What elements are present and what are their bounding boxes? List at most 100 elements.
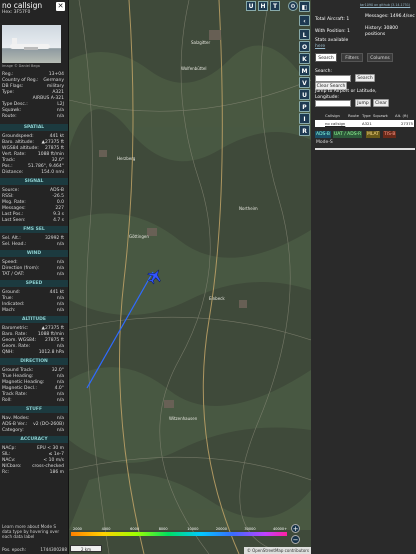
aircraft-hex: Hex: 3F57F0 xyxy=(2,10,31,15)
map-place-label: Wolfenbüttel xyxy=(181,66,206,71)
zoom-in-button[interactable]: + xyxy=(291,524,300,533)
info-label: Sel. Head.: xyxy=(2,242,27,247)
map-view[interactable]: Salzgitter Wolfenbüttel Herzberg Göttingen N… xyxy=(69,0,311,554)
map-button-h[interactable]: H xyxy=(258,1,268,11)
photo-credit: Image © Daniel Bega xyxy=(2,64,40,68)
info-row: Sel. Head.: n/a xyxy=(2,242,64,248)
colorbar-label: 4000 xyxy=(101,527,111,531)
info-label: Mach: xyxy=(2,308,16,313)
map-side-button-u-5[interactable]: U xyxy=(299,89,310,100)
section-fms-sel: FMS SEL xyxy=(0,226,68,233)
map-side-button-i-7[interactable]: I xyxy=(299,113,310,124)
info-value: 4.7 s xyxy=(53,218,64,223)
source-mlat: MLAT xyxy=(366,131,380,138)
map-place-label: Witzenhausen xyxy=(169,416,198,421)
map-side-button-p-6[interactable]: P xyxy=(299,101,310,112)
map-place-label: Einbeck xyxy=(209,296,225,301)
close-icon[interactable]: ✕ xyxy=(56,2,65,11)
pos-epoch: Pos. epoch: 1744300288 xyxy=(0,547,68,552)
search-label: Search: xyxy=(315,69,332,74)
search-button[interactable]: Search xyxy=(355,74,375,82)
map-place-label: Göttingen xyxy=(129,234,149,239)
map-side-button-o-1[interactable]: O xyxy=(299,41,310,52)
pos-epoch-label: Pos. epoch: xyxy=(2,547,26,552)
info-value: n/a xyxy=(56,308,64,313)
section-stuff: STUFF xyxy=(0,406,68,413)
source-modes: Mode-S xyxy=(316,140,333,145)
history: History: 30800 positions xyxy=(365,26,398,37)
aircraft-info-panel: no callsign Hex: 3F57F0 ✕ Image © Daniel… xyxy=(0,0,69,554)
info-label: TAT / OAT: xyxy=(2,272,25,277)
info-label: QNH: xyxy=(2,350,14,355)
search-input[interactable] xyxy=(315,75,351,82)
info-label: Distance: xyxy=(2,170,24,175)
scrollbar[interactable] xyxy=(315,148,415,150)
stats-link[interactable]: here xyxy=(315,44,325,49)
colorbar-label: 20000 xyxy=(215,527,227,531)
map-scale: 2 km xyxy=(70,545,102,552)
info-label: Route: xyxy=(2,114,17,119)
colorbar-label: 2000 xyxy=(73,527,82,531)
tab-filters[interactable]: Filters xyxy=(341,53,363,62)
jump-button[interactable]: Jump xyxy=(355,99,371,107)
info-row: QNH: 1012.8 hPa xyxy=(2,350,64,356)
source-tisb: TIS-B xyxy=(383,131,397,138)
aircraft-list-panel: tar1090 on github (3.14.1751) Total Airc… xyxy=(311,0,416,554)
table-header-altitude[interactable]: Alt. (ft) xyxy=(395,112,408,119)
info-row: TAT / OAT: n/a xyxy=(2,272,64,278)
map-side-button-m-3[interactable]: M xyxy=(299,65,310,76)
info-row: Route: n/a xyxy=(2,114,64,120)
aircraft-photo[interactable] xyxy=(2,25,61,63)
info-row: Roll: n/a xyxy=(2,398,64,404)
with-position: With Position: 1 xyxy=(315,29,350,34)
altitude-colorbar xyxy=(71,532,287,536)
table-row[interactable]: no callsign A321 27375 xyxy=(315,120,414,127)
section-altitude: ALTITUDE xyxy=(0,316,68,323)
tab-search[interactable]: Search xyxy=(315,53,337,62)
version-link[interactable]: tar1090 on github (3.14.1751) xyxy=(360,3,410,7)
table-header-squawk[interactable]: Squawk xyxy=(373,112,388,119)
map-place-label: Northeim xyxy=(239,206,258,211)
previous-icon[interactable]: ‹ xyxy=(299,15,310,26)
map-side-button-r-8[interactable]: R xyxy=(299,125,310,136)
cell-altitude: 27375 xyxy=(401,121,414,126)
table-header-type[interactable]: Type xyxy=(362,112,371,119)
map-button-u[interactable]: U xyxy=(246,1,256,11)
zoom-out-button[interactable]: − xyxy=(291,535,300,544)
map-place-label: Herzberg xyxy=(117,156,136,161)
cell-callsign: no callsign xyxy=(325,121,346,126)
section-accuracy: ACCURACY xyxy=(0,436,68,443)
info-value: n/a xyxy=(56,272,64,277)
info-label: Last Seen: xyxy=(2,218,26,223)
info-row: Mach: n/a xyxy=(2,308,64,314)
map-side-button-k-2[interactable]: K xyxy=(299,53,310,64)
colorbar-label: 6000 xyxy=(130,527,140,531)
section-direction: DIRECTION xyxy=(0,358,68,365)
pos-epoch-value: 1744300288 xyxy=(40,547,67,552)
map-attribution[interactable]: © OpenStreetMap contributors xyxy=(244,547,311,554)
info-label: Rc: xyxy=(2,470,10,475)
colorbar-label: 30000 xyxy=(244,527,256,531)
map-button-t[interactable]: T xyxy=(270,1,280,11)
collapse-panel-icon[interactable]: ◧ xyxy=(299,1,310,12)
settings-icon[interactable]: ⚙ xyxy=(288,1,298,11)
table-header-callsign[interactable]: Callsign xyxy=(325,112,340,119)
info-row: Last Seen: 4.7 s xyxy=(2,218,64,224)
cell-type: A321 xyxy=(362,121,372,126)
info-row: Category: n/a xyxy=(2,428,64,434)
photo-wing xyxy=(24,47,38,50)
info-note: Learn more about Mode S data type by hov… xyxy=(2,524,60,540)
table-header-route[interactable]: Route xyxy=(348,112,359,119)
info-row: Rc: 186 m xyxy=(2,470,64,476)
tab-columns[interactable]: Columns xyxy=(367,53,393,62)
section-speed: SPEED xyxy=(0,280,68,287)
map-side-button-v-4[interactable]: V xyxy=(299,77,310,88)
info-label: Category: xyxy=(2,428,24,433)
jump-clear-button[interactable]: Clear xyxy=(373,99,389,107)
info-value: 186 m xyxy=(49,470,64,475)
info-value: 154.0 nmi xyxy=(41,170,64,175)
map-side-button-l-0[interactable]: L xyxy=(299,29,310,40)
jump-input[interactable] xyxy=(315,100,351,107)
map-place-label: Salzgitter xyxy=(191,40,210,45)
info-label: Roll: xyxy=(2,398,12,403)
